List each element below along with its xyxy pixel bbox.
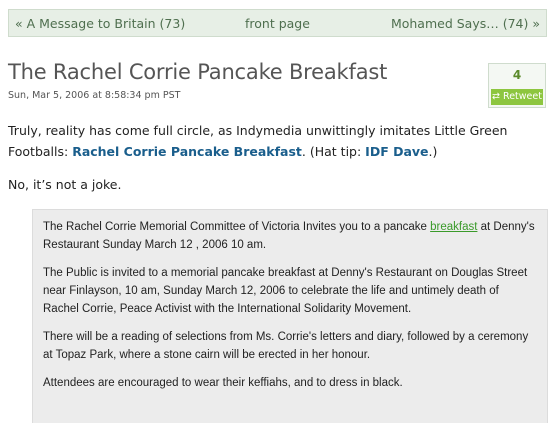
quote-paragraph-1: The Rachel Corrie Memorial Committee of … [43, 218, 537, 254]
next-post-link[interactable]: Mohamed Says… (74) » [391, 16, 540, 31]
retweet-count: 4 [512, 68, 522, 82]
intro-text-mid: . (Hat tip: [301, 144, 366, 159]
blockquote: The Rachel Corrie Memorial Committee of … [32, 209, 548, 423]
breakfast-link[interactable]: breakfast [430, 221, 477, 233]
intro-paragraph: Truly, reality has come full circle, as … [8, 120, 548, 162]
post-date: Sun, Mar 5, 2006 at 8:58:34 pm PST [8, 90, 181, 101]
quote-paragraph-3: There will be a reading of selections fr… [43, 331, 529, 361]
second-paragraph: No, it’s not a joke. [8, 177, 122, 192]
idf-dave-link[interactable]: IDF Dave [365, 144, 428, 159]
retweet-label: Retweet [503, 91, 542, 102]
intro-text-end: .) [428, 144, 438, 159]
quote-paragraph-2: The Public is invited to a memorial panc… [43, 267, 528, 315]
previous-post-link[interactable]: « A Message to Britain (73) [15, 16, 185, 31]
retweet-icon: ⇄ [492, 91, 500, 102]
quote-text-start: The Rachel Corrie Memorial Committee of … [43, 221, 431, 233]
post-title[interactable]: The Rachel Corrie Pancake Breakfast [8, 60, 387, 84]
pancake-breakfast-link[interactable]: Rachel Corrie Pancake Breakfast [72, 144, 302, 159]
retweet-widget: 4 ⇄ Retweet [488, 63, 546, 108]
top-navigation: « A Message to Britain (73) front page M… [8, 9, 547, 37]
quote-paragraph-4: Attendees are encouraged to wear their k… [43, 377, 403, 389]
retweet-button[interactable]: ⇄ Retweet [491, 89, 543, 105]
front-page-link[interactable]: front page [245, 16, 310, 31]
